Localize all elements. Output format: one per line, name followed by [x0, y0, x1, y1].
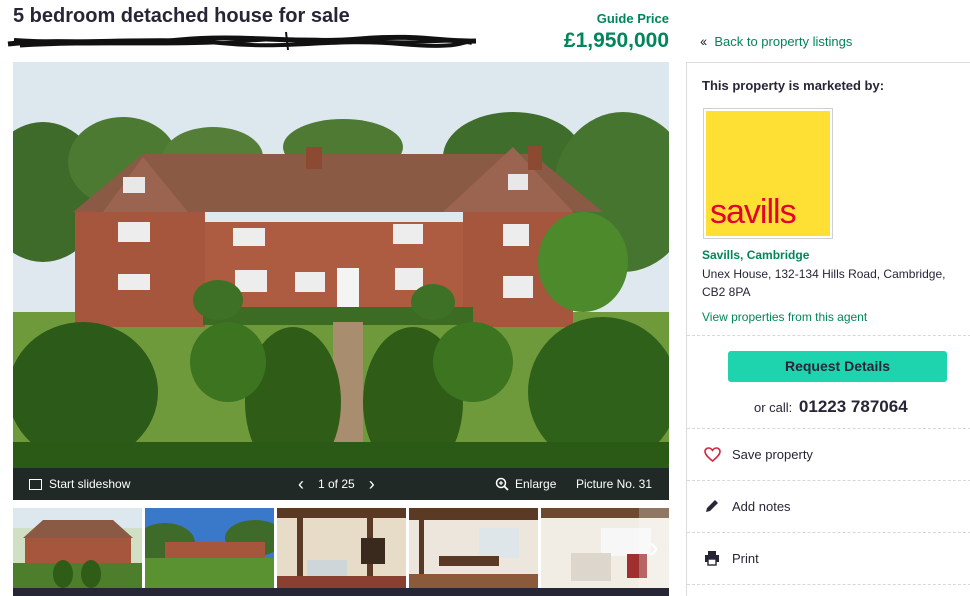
divider [687, 428, 970, 429]
guide-price-label: Guide Price [596, 11, 669, 26]
heart-icon [703, 445, 721, 463]
agent-address: Unex House, 132-134 Hills Road, Cambridg… [702, 267, 946, 299]
start-slideshow-button[interactable]: Start slideshow [29, 477, 130, 491]
chevron-left-icon[interactable]: ‹ [298, 475, 304, 493]
thumbnail-dining-room[interactable] [409, 508, 538, 588]
thumbnail-sitting-room[interactable] [277, 508, 406, 588]
gallery-control-bar: Start slideshow ‹ 1 of 25 › Enlarge Pict… [13, 468, 669, 500]
price-value: £1,950,000 [563, 29, 669, 52]
agent-sidebar: This property is marketed by: savills Sa… [686, 62, 970, 596]
print-label: Print [732, 550, 759, 566]
chevron-right-icon[interactable]: › [369, 475, 375, 493]
printer-icon [703, 549, 721, 567]
double-chevron-left-icon: ‹‹ [700, 33, 707, 49]
chevron-right-icon: › [649, 531, 659, 564]
pencil-icon [703, 497, 721, 515]
print-button[interactable]: Print [703, 549, 759, 567]
thumbnail-strip-scrollbar [13, 588, 669, 596]
marketed-by-heading: This property is marketed by: [702, 78, 885, 93]
main-photo[interactable]: Start slideshow ‹ 1 of 25 › Enlarge Pict… [13, 62, 669, 500]
agent-name-link[interactable]: Savills, Cambridge [702, 248, 809, 262]
back-link-label: Back to property listings [714, 33, 853, 49]
agent-logo-background: savills [706, 111, 830, 236]
thumbnail-strip [13, 508, 669, 588]
request-details-button[interactable]: Request Details [728, 351, 947, 382]
divider [687, 335, 970, 336]
price-block: Guide Price £1,950,000 [500, 11, 669, 53]
add-notes-label: Add notes [732, 498, 791, 514]
slideshow-icon [29, 478, 42, 490]
listing-title: 5 bedroom detached house for sale [13, 5, 350, 27]
divider [687, 584, 970, 585]
house-photo-image [13, 62, 669, 500]
divider [687, 480, 970, 481]
address-redaction-scribble [7, 31, 477, 51]
picture-number: Picture No. 31 [575, 477, 652, 491]
call-prefix: or call: [754, 400, 793, 415]
zoom-in-icon [495, 477, 509, 491]
agent-phone-number[interactable]: 01223 787064 [799, 397, 908, 416]
view-agent-properties-link[interactable]: View properties from this agent [702, 310, 867, 324]
enlarge-button[interactable]: Enlarge [495, 477, 556, 491]
thumbnails-next-button[interactable]: › [639, 508, 669, 588]
divider [687, 532, 970, 533]
save-property-button[interactable]: Save property [703, 445, 813, 463]
add-notes-button[interactable]: Add notes [703, 497, 791, 515]
photo-counter: ‹ 1 of 25 › [298, 475, 375, 493]
thumbnail-exterior-front[interactable] [13, 508, 142, 588]
photo-count: 1 of 25 [318, 477, 355, 491]
thumbnail-garden-view[interactable] [145, 508, 274, 588]
agent-logo-wordmark: savills [710, 193, 797, 231]
enlarge-label: Enlarge [515, 477, 557, 491]
call-line: or call: 01223 787064 [754, 397, 908, 417]
save-property-label: Save property [732, 446, 813, 462]
agent-logo[interactable]: savills [703, 108, 833, 239]
back-to-listings-link[interactable]: ‹‹ Back to property listings [700, 33, 852, 49]
slideshow-label: Start slideshow [49, 477, 131, 491]
